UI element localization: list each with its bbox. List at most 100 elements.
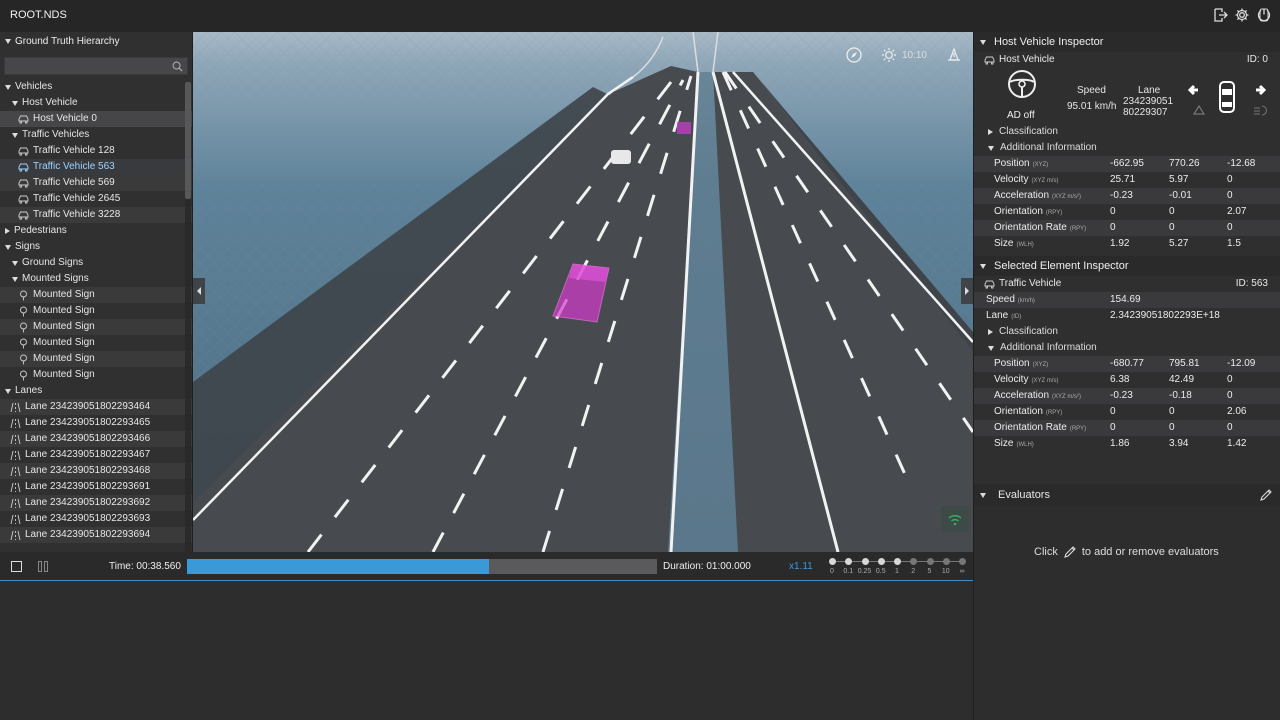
tree-item-lane[interactable]: Lane 234239051802293468 xyxy=(0,463,192,479)
selected-property-row: Orientation (RPY) 0 0 2.06 xyxy=(974,404,1280,420)
tree-lanes[interactable]: Lanes xyxy=(0,383,192,399)
property-value: 2.34239051802293E+18 xyxy=(1110,310,1220,321)
car-icon xyxy=(18,114,29,125)
gear-icon[interactable] xyxy=(1234,7,1250,23)
collapse-left-button[interactable] xyxy=(193,278,205,304)
scrollbar-thumb[interactable] xyxy=(185,82,191,199)
host-property-row: Acceleration (XYZ m/s²) -0.23 -0.01 0 xyxy=(974,188,1280,204)
tree-pedestrians[interactable]: Pedestrians xyxy=(0,223,192,239)
speed-step-label: 1 xyxy=(895,568,899,575)
tree-label: Lane 234239051802293464 xyxy=(25,401,151,412)
tree-ground-signs[interactable]: Ground Signs xyxy=(0,255,192,271)
tree-item-traffic-vehicle[interactable]: Traffic Vehicle 569 xyxy=(0,175,192,191)
lane-icon xyxy=(10,482,21,493)
collapse-right-button[interactable] xyxy=(961,278,973,304)
tree-item-lane[interactable]: Lane 234239051802293465 xyxy=(0,415,192,431)
tree-host-vehicle-group[interactable]: Host Vehicle xyxy=(0,95,192,111)
selected-property-row: Size (WLH) 1.86 3.94 1.42 xyxy=(974,436,1280,452)
tree-signs[interactable]: Signs xyxy=(0,239,192,255)
tree-item-lane[interactable]: Lane 234239051802293466 xyxy=(0,431,192,447)
property-value: 0 xyxy=(1227,190,1233,201)
tree-item-lane[interactable]: Lane 234239051802293691 xyxy=(0,479,192,495)
tree-traffic-vehicles-group[interactable]: Traffic Vehicles xyxy=(0,127,192,143)
property-value: 0 xyxy=(1169,222,1175,233)
speed-step-label: 0.5 xyxy=(875,568,886,575)
tree-label: Lane 234239051802293694 xyxy=(25,529,151,540)
speed-step[interactable] xyxy=(894,558,901,565)
search-input[interactable] xyxy=(5,58,187,74)
host-inspector-header[interactable]: Host Vehicle Inspector xyxy=(974,32,1280,52)
host-additional-toggle[interactable]: Additional Information xyxy=(974,140,1280,156)
tree-label: Mounted Sign xyxy=(33,305,95,316)
pencil-icon[interactable] xyxy=(1063,545,1077,559)
pencil-icon[interactable] xyxy=(1259,488,1273,502)
tree-item-mounted-sign[interactable]: Mounted Sign xyxy=(0,335,192,351)
selected-additional-toggle[interactable]: Additional Information xyxy=(974,340,1280,356)
speed-slider[interactable]: 0 0.1 0.25 0.5 1 2 5 10 ∞ xyxy=(828,556,966,578)
tree-label: Traffic Vehicle 2645 xyxy=(33,193,121,204)
lane-value: 80229307 xyxy=(1123,107,1168,118)
property-value: 154.69 xyxy=(1110,294,1141,305)
property-key: Speed xyxy=(986,294,1015,305)
tree-item-host-vehicle-0[interactable]: Host Vehicle 0 xyxy=(0,111,192,127)
tree-item-lane[interactable]: Lane 234239051802293464 xyxy=(0,399,192,415)
speed-step[interactable] xyxy=(829,558,836,565)
collapse-icon xyxy=(980,263,986,269)
selected-classification-toggle[interactable]: Classification xyxy=(974,324,1280,340)
steering-wheel-icon[interactable] xyxy=(1007,69,1037,99)
host-vehicle-model[interactable] xyxy=(611,150,631,164)
lighting-button[interactable] xyxy=(945,46,963,64)
speed-step-label: 5 xyxy=(927,568,932,575)
speed-step[interactable] xyxy=(877,558,885,565)
tree-item-mounted-sign[interactable]: Mounted Sign xyxy=(0,319,192,335)
evaluators-header[interactable]: Evaluators xyxy=(974,484,1280,506)
selected-inspector-header[interactable]: Selected Element Inspector xyxy=(974,256,1280,276)
property-key: Size xyxy=(994,238,1014,249)
scene-viewport[interactable]: 10:10 xyxy=(193,32,973,552)
host-classification-toggle[interactable]: Classification xyxy=(974,124,1280,140)
tree-item-traffic-vehicle[interactable]: Traffic Vehicle 3228 xyxy=(0,207,192,223)
speed-step[interactable] xyxy=(910,558,918,565)
pause-icon[interactable] xyxy=(37,561,49,572)
hierarchy-header[interactable]: Ground Truth Hierarchy xyxy=(0,32,192,51)
tree-item-lane[interactable]: Lane 234239051802293467 xyxy=(0,447,192,463)
property-value: 0 xyxy=(1227,222,1233,233)
tree-item-mounted-sign[interactable]: Mounted Sign xyxy=(0,367,192,383)
traffic-vehicle-marker[interactable] xyxy=(677,122,691,134)
tree-label: Lanes xyxy=(15,385,43,396)
time-of-day-button[interactable]: 10:10 xyxy=(881,47,927,63)
tree-vehicles[interactable]: Vehicles xyxy=(0,79,192,95)
duration: Duration: 01:00.000 xyxy=(663,561,751,572)
compass-button[interactable] xyxy=(845,46,863,64)
tree-item-traffic-vehicle[interactable]: Traffic Vehicle 563 xyxy=(0,159,192,175)
search-icon[interactable] xyxy=(172,61,183,72)
tree-item-mounted-sign[interactable]: Mounted Sign xyxy=(0,303,192,319)
tree-item-lane[interactable]: Lane 234239051802293693 xyxy=(0,511,192,527)
tree-item-mounted-sign[interactable]: Mounted Sign xyxy=(0,351,192,367)
timeline-scrubber[interactable] xyxy=(187,559,657,574)
tree-item-mounted-sign[interactable]: Mounted Sign xyxy=(0,287,192,303)
property-value: 1.86 xyxy=(1110,438,1130,449)
scene-render[interactable] xyxy=(193,32,973,552)
section-label: Additional Information xyxy=(1000,342,1097,353)
speed-step[interactable] xyxy=(959,558,966,565)
connection-status[interactable] xyxy=(941,506,969,532)
speed-step[interactable] xyxy=(926,558,934,565)
tree-item-traffic-vehicle[interactable]: Traffic Vehicle 128 xyxy=(0,143,192,159)
speed-step[interactable] xyxy=(861,558,869,565)
power-icon[interactable] xyxy=(1256,7,1272,23)
speed-step[interactable] xyxy=(845,558,853,565)
stop-button[interactable] xyxy=(11,561,22,572)
turn-left-icon xyxy=(1187,84,1198,96)
speed-step[interactable] xyxy=(942,558,950,565)
wifi-icon xyxy=(948,514,962,526)
speed-step-label: ∞ xyxy=(959,568,965,575)
tree-item-lane[interactable]: Lane 234239051802293692 xyxy=(0,495,192,511)
exit-icon[interactable] xyxy=(1212,7,1228,23)
tree-item-traffic-vehicle[interactable]: Traffic Vehicle 2645 xyxy=(0,191,192,207)
tree-mounted-signs[interactable]: Mounted Signs xyxy=(0,271,192,287)
tree-label: Lane 234239051802293466 xyxy=(25,433,151,444)
evaluators-hint: Click to add or remove evaluators xyxy=(1034,545,1219,559)
tree-item-lane[interactable]: Lane 234239051802293694 xyxy=(0,527,192,543)
hierarchy-scrollbar[interactable] xyxy=(185,82,191,552)
